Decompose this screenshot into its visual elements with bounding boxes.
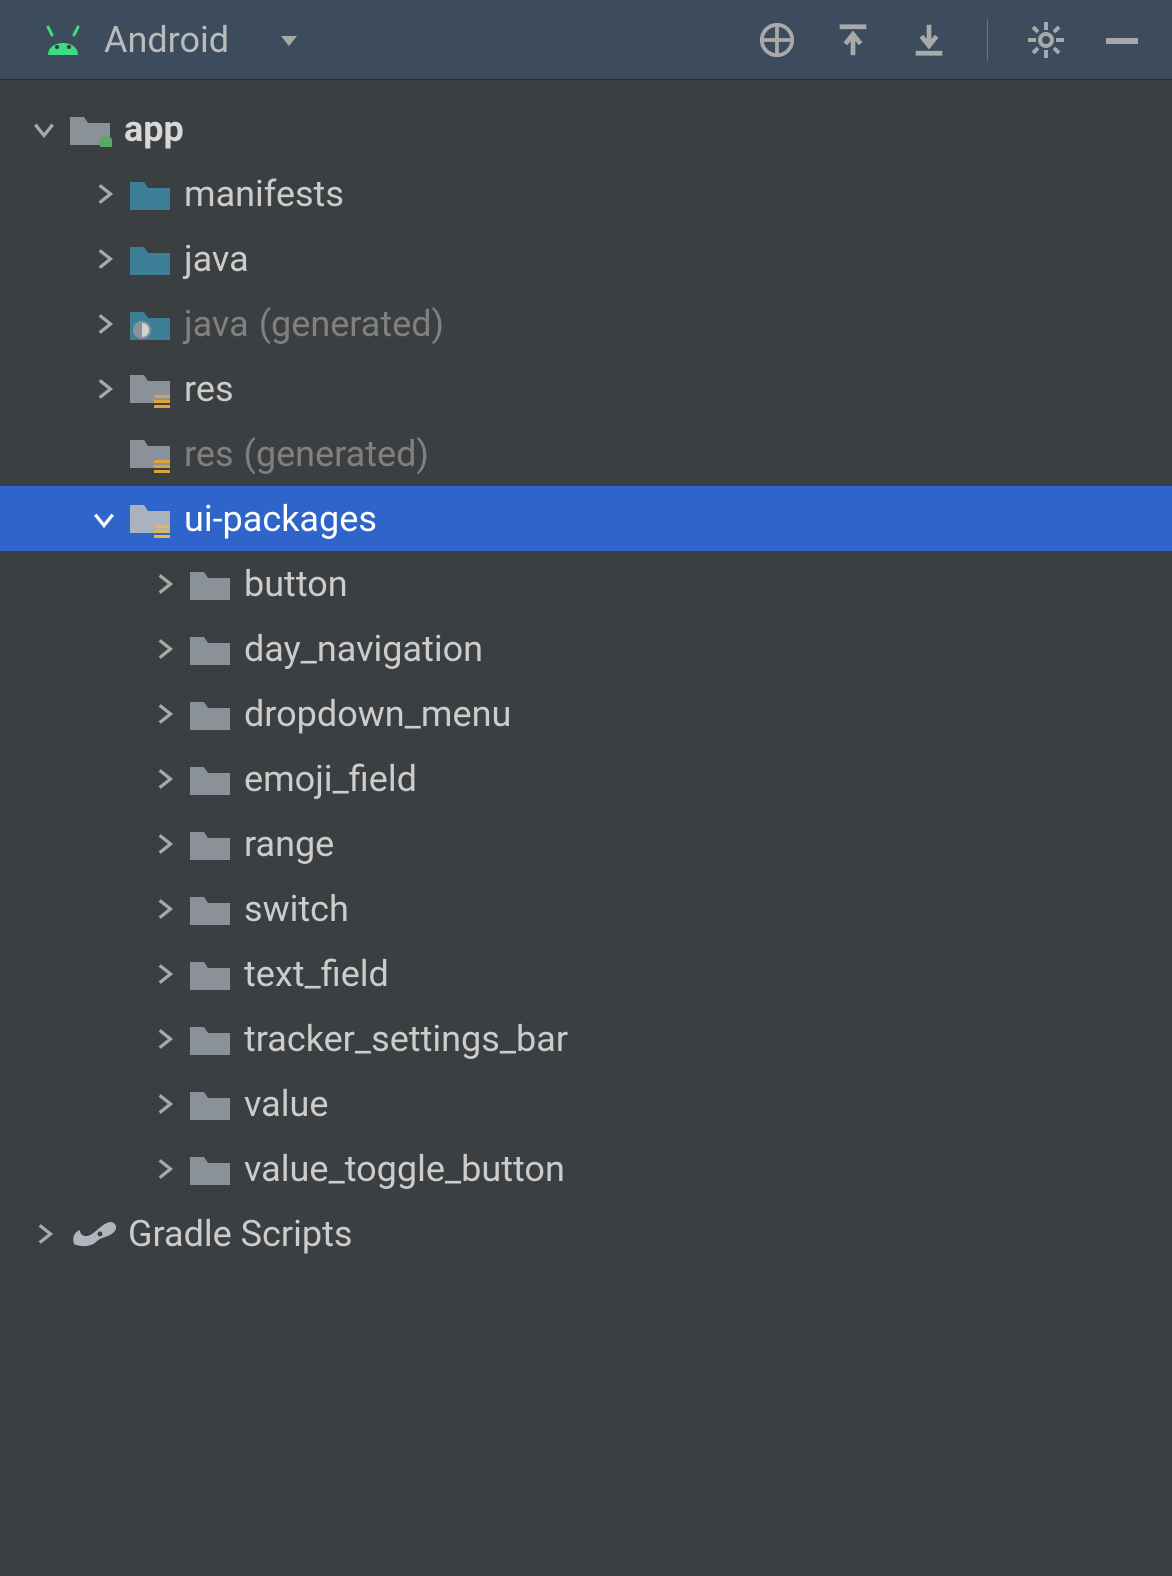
chevron-down-icon[interactable] — [20, 116, 68, 142]
tree-node-gradle-scripts[interactable]: Gradle Scripts — [0, 1201, 1172, 1266]
tree-node-res[interactable]: res — [0, 356, 1172, 421]
toolbar-separator — [987, 19, 988, 61]
tree-label: manifests — [184, 173, 344, 215]
tree-node-tracker-settings-bar[interactable]: tracker_settings_bar — [0, 1006, 1172, 1071]
chevron-right-icon[interactable] — [140, 766, 188, 792]
chevron-right-icon[interactable] — [140, 636, 188, 662]
folder-icon — [188, 956, 232, 992]
resource-folder-icon — [128, 436, 172, 472]
module-folder-icon — [68, 111, 112, 147]
tree-node-ui-packages[interactable]: ui-packages — [0, 486, 1172, 551]
folder-icon — [188, 1086, 232, 1122]
android-icon — [40, 25, 86, 55]
folder-icon — [188, 1021, 232, 1057]
chevron-right-icon[interactable] — [140, 961, 188, 987]
folder-icon — [128, 176, 172, 212]
tree-node-range[interactable]: range — [0, 811, 1172, 876]
chevron-right-icon[interactable] — [80, 181, 128, 207]
tree-label: app — [124, 108, 184, 150]
chevron-right-icon[interactable] — [140, 701, 188, 727]
project-view-header: Android — [0, 0, 1172, 80]
tree-label: value_toggle_button — [244, 1148, 565, 1190]
tree-node-text-field[interactable]: text_field — [0, 941, 1172, 1006]
folder-icon — [188, 826, 232, 862]
chevron-right-icon[interactable] — [80, 376, 128, 402]
gradle-icon — [68, 1216, 118, 1252]
resource-folder-icon — [128, 371, 172, 407]
tree-label: dropdown_menu — [244, 693, 511, 735]
tree-node-day-navigation[interactable]: day_navigation — [0, 616, 1172, 681]
chevron-right-icon[interactable] — [80, 246, 128, 272]
tree-label: tracker_settings_bar — [244, 1018, 568, 1060]
tree-label: java — [184, 238, 249, 280]
folder-icon — [188, 566, 232, 602]
tree-node-java[interactable]: java — [0, 226, 1172, 291]
chevron-right-icon[interactable] — [80, 311, 128, 337]
chevron-right-icon[interactable] — [140, 831, 188, 857]
tree-node-switch[interactable]: switch — [0, 876, 1172, 941]
tree-label: res — [184, 368, 234, 410]
tree-node-value[interactable]: value — [0, 1071, 1172, 1136]
tree-label: res — [184, 433, 234, 475]
chevron-right-icon[interactable] — [140, 896, 188, 922]
hide-icon[interactable] — [1102, 20, 1142, 60]
chevron-right-icon[interactable] — [140, 1091, 188, 1117]
tree-node-value-toggle-button[interactable]: value_toggle_button — [0, 1136, 1172, 1201]
chevron-right-icon[interactable] — [140, 1026, 188, 1052]
folder-icon — [188, 696, 232, 732]
view-selector[interactable]: Android — [40, 19, 757, 61]
tree-label-suffix: (generated) — [244, 433, 429, 475]
chevron-right-icon[interactable] — [20, 1221, 68, 1247]
tree-node-button[interactable]: button — [0, 551, 1172, 616]
tree-label-suffix: (generated) — [259, 303, 444, 345]
tree-label: Gradle Scripts — [128, 1213, 352, 1255]
toolbar-actions — [757, 19, 1142, 61]
tree-node-emoji-field[interactable]: emoji_field — [0, 746, 1172, 811]
tree-node-manifests[interactable]: manifests — [0, 161, 1172, 226]
folder-icon — [188, 631, 232, 667]
chevron-down-icon[interactable] — [80, 506, 128, 532]
tree-node-app[interactable]: app — [0, 96, 1172, 161]
generated-folder-icon — [128, 306, 172, 342]
project-tree[interactable]: app manifests java — [0, 80, 1172, 1266]
view-title: Android — [104, 19, 229, 61]
chevron-right-icon[interactable] — [140, 1156, 188, 1182]
tree-label: text_field — [244, 953, 389, 995]
gear-icon[interactable] — [1026, 20, 1066, 60]
collapse-all-icon[interactable] — [909, 20, 949, 60]
tree-node-dropdown-menu[interactable]: dropdown_menu — [0, 681, 1172, 746]
folder-icon — [128, 241, 172, 277]
chevron-down-icon — [277, 28, 301, 52]
expand-all-icon[interactable] — [833, 20, 873, 60]
tree-label: emoji_field — [244, 758, 417, 800]
folder-icon — [188, 761, 232, 797]
tree-label: range — [244, 823, 334, 865]
folder-icon — [188, 1151, 232, 1187]
tree-label: value — [244, 1083, 328, 1125]
tree-label: java — [184, 303, 249, 345]
tree-node-res-generated[interactable]: res (generated) — [0, 421, 1172, 486]
tree-label: button — [244, 563, 348, 605]
chevron-right-icon[interactable] — [140, 571, 188, 597]
resource-folder-icon — [128, 501, 172, 537]
tree-label: ui-packages — [184, 498, 377, 540]
tree-node-java-generated[interactable]: java (generated) — [0, 291, 1172, 356]
folder-icon — [188, 891, 232, 927]
tree-label: switch — [244, 888, 349, 930]
select-opened-file-icon[interactable] — [757, 20, 797, 60]
tree-label: day_navigation — [244, 628, 483, 670]
